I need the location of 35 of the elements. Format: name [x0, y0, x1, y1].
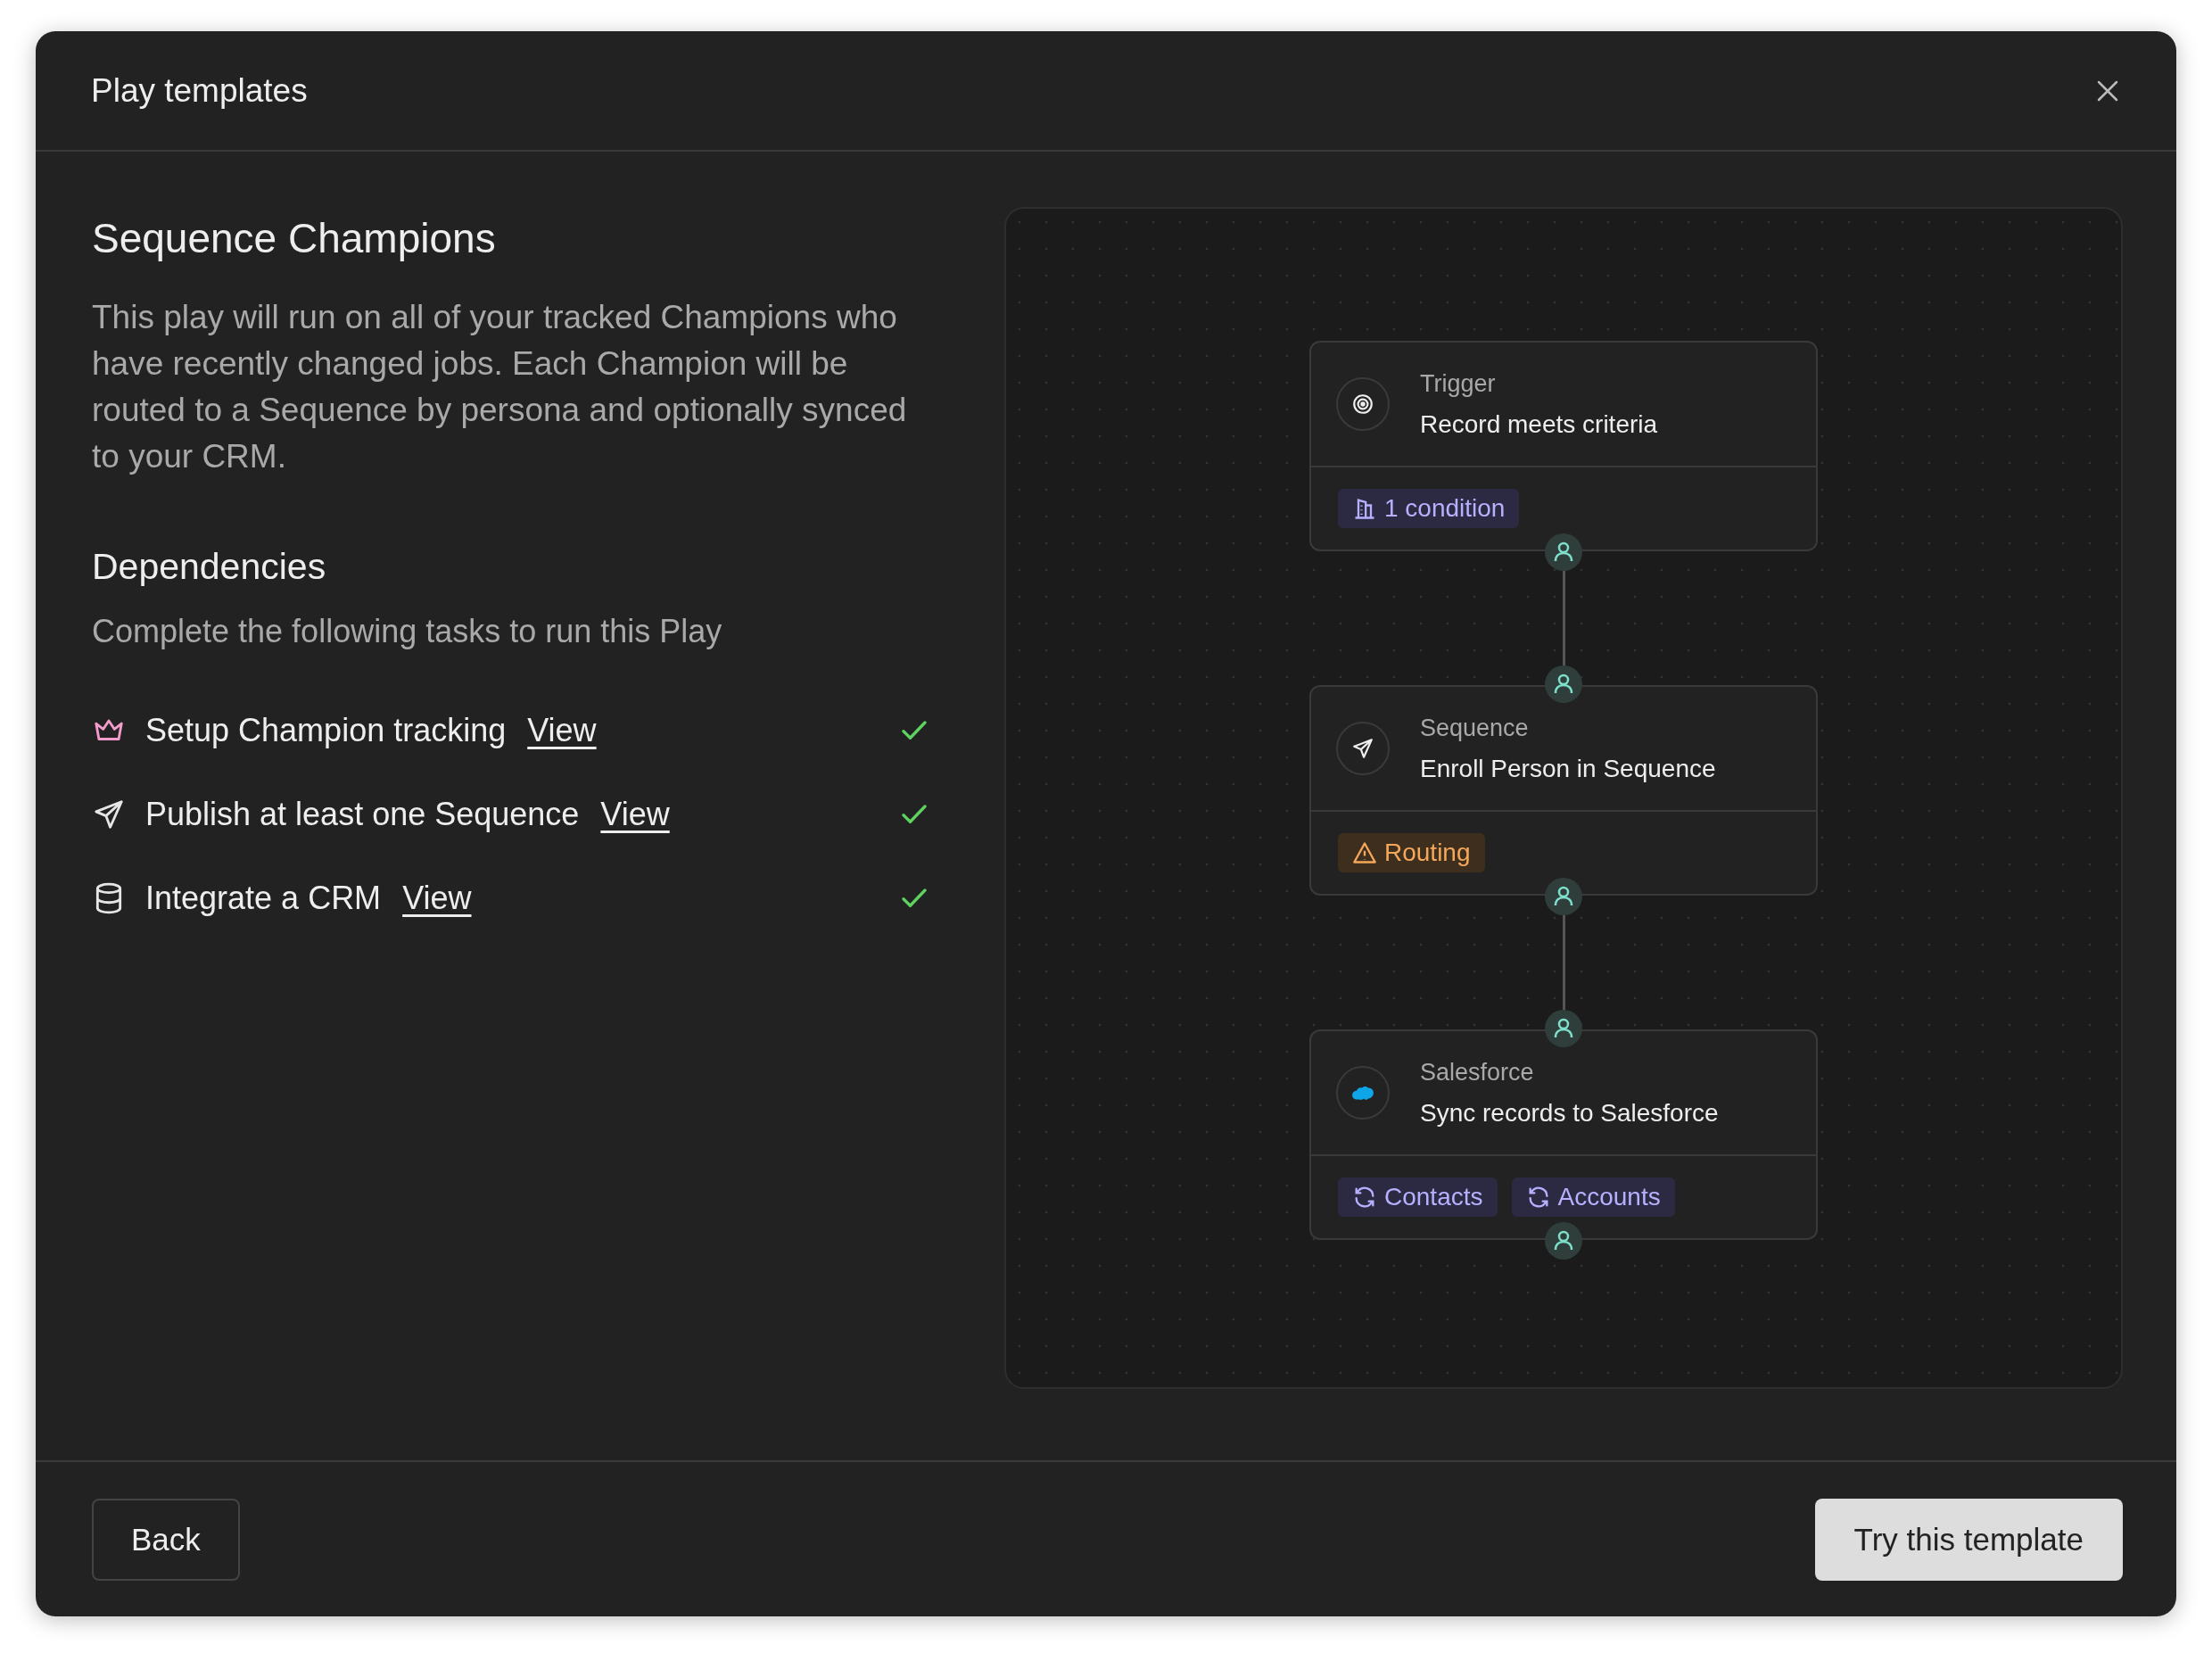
warning-icon	[1352, 840, 1377, 865]
target-icon	[1351, 393, 1374, 416]
send-icon	[1351, 737, 1374, 760]
node-category: Trigger	[1420, 369, 1497, 398]
flow-node-card[interactable]: Sequence Enroll Person in Sequence Routing	[1309, 685, 1818, 896]
view-link[interactable]: View	[402, 880, 472, 917]
play-title: Sequence Champions	[92, 214, 497, 262]
task-label: Integrate a CRM	[145, 880, 382, 917]
view-link[interactable]: View	[527, 712, 597, 749]
dialog-title: Play templates	[91, 71, 308, 110]
person-handle-icon[interactable]	[1545, 533, 1582, 571]
person-handle-icon[interactable]	[1545, 1222, 1582, 1260]
node-title: Record meets criteria	[1420, 409, 1658, 439]
node-tag: Accounts	[1511, 1178, 1675, 1217]
person-handle-icon[interactable]	[1545, 665, 1582, 703]
play-description: This play will run on all of your tracked Champions who have recently changed jobs. Each Champion will be routed to a Sequence by persona and optionally synced to your CRM.	[92, 298, 908, 476]
person-handle-icon[interactable]	[1545, 878, 1582, 915]
flow-node-card[interactable]: Salesforce Sync records to Salesforce Contacts Accounts	[1309, 1029, 1818, 1240]
send-icon	[92, 797, 126, 831]
try-template-button[interactable]: Try this template	[1814, 1498, 2123, 1581]
view-link[interactable]: View	[600, 796, 670, 833]
person-handle-icon[interactable]	[1545, 1010, 1582, 1047]
section-subtitle: Complete the following tasks to run this Play	[92, 613, 723, 650]
task-label: Setup Champion tracking	[145, 712, 507, 749]
flow-node-card[interactable]: Trigger Record meets criteria 1 condition	[1309, 341, 1818, 551]
back-button[interactable]: Back	[92, 1498, 240, 1581]
node-category: Sequence	[1420, 714, 1530, 742]
node-title: Sync records to Salesforce	[1420, 1098, 1719, 1128]
node-tag: Routing	[1338, 833, 1485, 872]
section-heading: Dependencies	[92, 546, 327, 588]
node-tag: Contacts	[1338, 1178, 1498, 1217]
task-label: Publish at least one Sequence	[145, 796, 580, 833]
node-category: Salesforce	[1420, 1058, 1535, 1087]
node-title: Enroll Person in Sequence	[1420, 754, 1716, 783]
node-tag: 1 condition	[1338, 489, 1520, 528]
